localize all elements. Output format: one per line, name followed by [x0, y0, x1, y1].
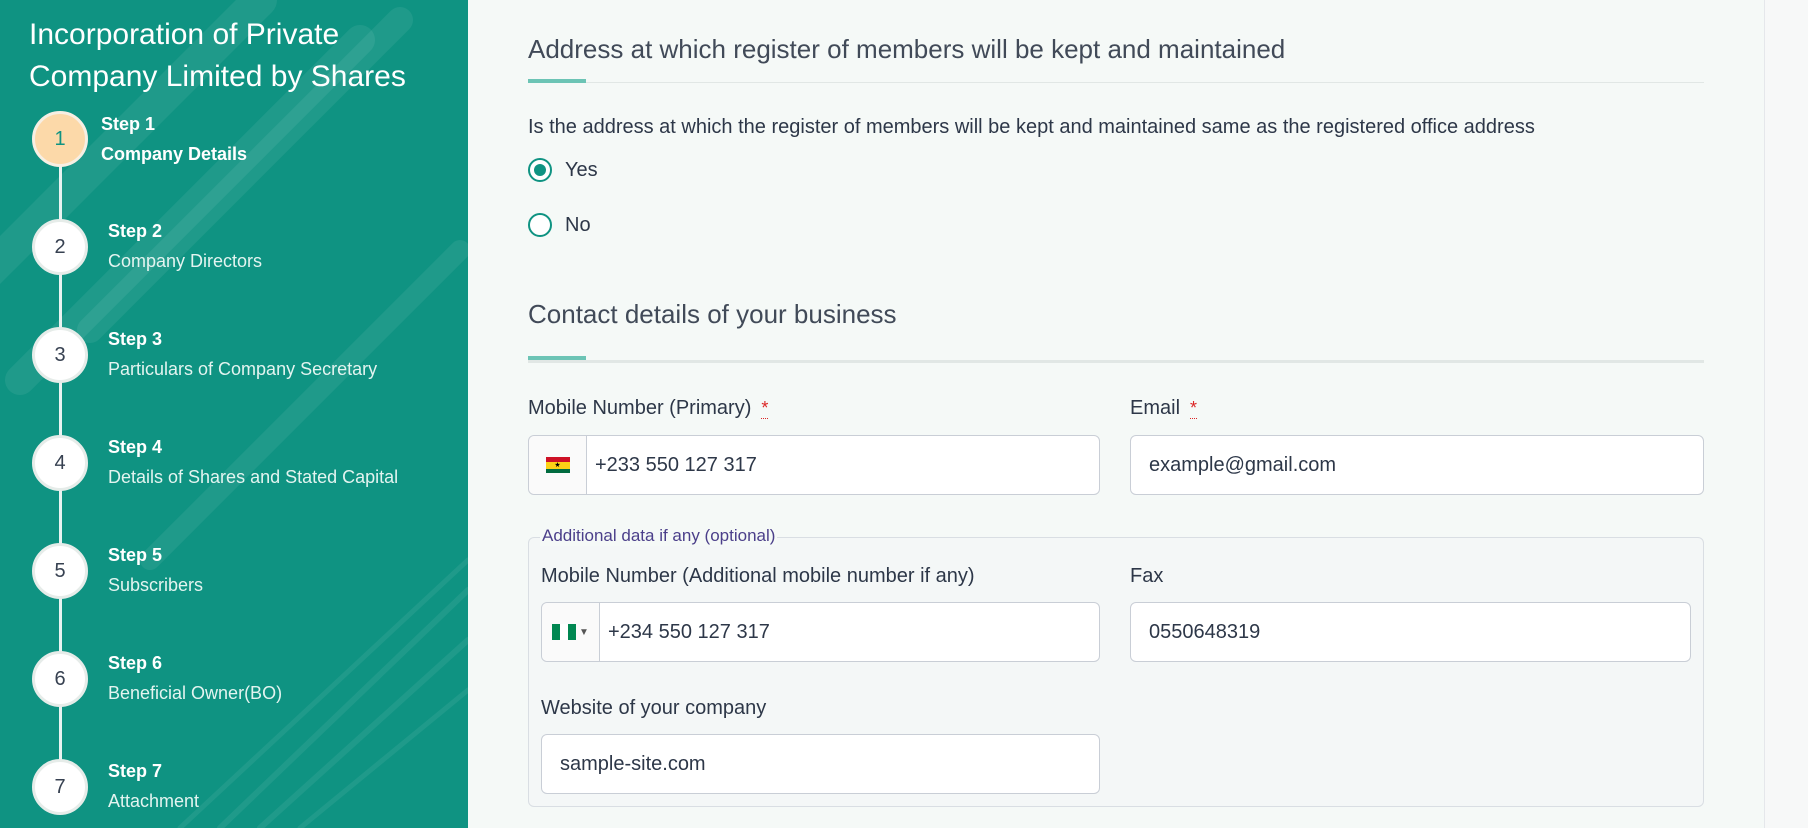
radio-yes[interactable]: Yes — [528, 158, 598, 182]
step-2-circle[interactable]: 2 — [32, 219, 88, 275]
form-panel: Address at which register of members wil… — [468, 0, 1764, 828]
mobile-primary-label: Mobile Number (Primary) — [528, 397, 752, 419]
mobile-primary-label-row: Mobile Number (Primary) * — [528, 397, 769, 420]
fax-value: 0550648319 — [1149, 620, 1261, 643]
step-2-item[interactable]: Step 2 Company Directors — [108, 216, 262, 276]
step-label: Step 1 — [101, 114, 156, 134]
step-3-circle[interactable]: 3 — [32, 327, 88, 383]
website-value: sample-site.com — [560, 752, 706, 775]
step-list: 1 Step 1 Company Details 2 Step 2 Compan… — [0, 0, 468, 828]
register-section-title: Address at which register of members wil… — [528, 34, 1286, 64]
mobile-additional-label: Mobile Number (Additional mobile number … — [541, 565, 975, 587]
ghana-flag-icon: ★ — [545, 457, 570, 473]
step-6-circle[interactable]: 6 — [32, 651, 88, 707]
step-1-item[interactable]: Step 1 Company Details — [101, 109, 247, 169]
required-marker: * — [761, 398, 769, 419]
chevron-down-icon: ▼ — [579, 626, 589, 638]
mobile-additional-field[interactable]: ▼ +234 550 127 317 — [541, 602, 1100, 662]
step-name: Particulars of Company Secretary — [108, 359, 378, 379]
step-connector — [59, 165, 62, 220]
radio-no-label: No — [565, 213, 591, 236]
step-label: Step 2 — [108, 221, 163, 241]
mobile-primary-value: +233 550 127 317 — [595, 453, 757, 476]
mobile-additional-value: +234 550 127 317 — [608, 620, 770, 643]
country-selector[interactable]: ▼ — [542, 603, 600, 661]
email-value: example@gmail.com — [1149, 453, 1337, 476]
step-name: Company Details — [101, 144, 248, 164]
nigeria-flag-icon — [552, 624, 577, 640]
additional-data-legend: Additional data if any (optional) — [540, 526, 778, 546]
step-name: Company Directors — [108, 251, 263, 271]
step-connector — [59, 273, 62, 328]
step-connector — [59, 705, 62, 760]
step-label: Step 3 — [108, 329, 163, 349]
step-connector — [59, 489, 62, 544]
step-4-circle[interactable]: 4 — [32, 435, 88, 491]
step-6-item[interactable]: Step 6 Beneficial Owner(BO) — [108, 648, 282, 708]
section-accent-bar — [528, 356, 586, 360]
page-scroll-gutter — [1764, 0, 1808, 828]
email-field[interactable]: example@gmail.com — [1130, 435, 1704, 495]
register-address-question: Is the address at which the register of … — [528, 116, 1535, 138]
radio-selected-dot — [534, 164, 546, 176]
step-4-item[interactable]: Step 4 Details of Shares and Stated Capi… — [108, 432, 398, 492]
step-7-circle[interactable]: 7 — [32, 759, 88, 815]
wizard-sidebar: Incorporation of Private Company Limited… — [0, 0, 468, 828]
country-selector[interactable]: ★ — [529, 436, 587, 494]
radio-no-control[interactable] — [528, 213, 552, 237]
mobile-primary-field[interactable]: ★ +233 550 127 317 — [528, 435, 1100, 495]
step-5-item[interactable]: Step 5 Subscribers — [108, 540, 203, 600]
step-1-circle[interactable]: 1 — [32, 111, 88, 167]
step-5-circle[interactable]: 5 — [32, 543, 88, 599]
section-accent-bar — [528, 79, 586, 83]
radio-yes-label: Yes — [565, 158, 598, 181]
website-label: Website of your company — [541, 697, 767, 719]
fax-label: Fax — [1130, 565, 1164, 587]
step-name: Beneficial Owner(BO) — [108, 683, 283, 703]
website-field[interactable]: sample-site.com — [541, 734, 1100, 794]
step-connector — [59, 597, 62, 652]
contact-section-title: Contact details of your business — [528, 299, 897, 329]
step-name: Subscribers — [108, 575, 204, 595]
step-name: Attachment — [108, 791, 200, 811]
fax-field[interactable]: 0550648319 — [1130, 602, 1691, 662]
section-divider — [528, 360, 1704, 363]
required-marker: * — [1190, 398, 1198, 419]
step-label: Step 4 — [108, 437, 163, 457]
radio-no[interactable]: No — [528, 213, 591, 237]
email-label-row: Email * — [1130, 397, 1198, 420]
step-label: Step 6 — [108, 653, 163, 673]
step-3-item[interactable]: Step 3 Particulars of Company Secretary — [108, 324, 377, 384]
step-name: Details of Shares and Stated Capital — [108, 467, 399, 487]
step-7-item[interactable]: Step 7 Attachment — [108, 756, 199, 816]
email-label: Email — [1130, 397, 1181, 419]
step-connector — [59, 381, 62, 436]
radio-yes-control[interactable] — [528, 158, 552, 182]
step-label: Step 7 — [108, 761, 163, 781]
section-divider — [528, 82, 1704, 83]
step-label: Step 5 — [108, 545, 163, 565]
